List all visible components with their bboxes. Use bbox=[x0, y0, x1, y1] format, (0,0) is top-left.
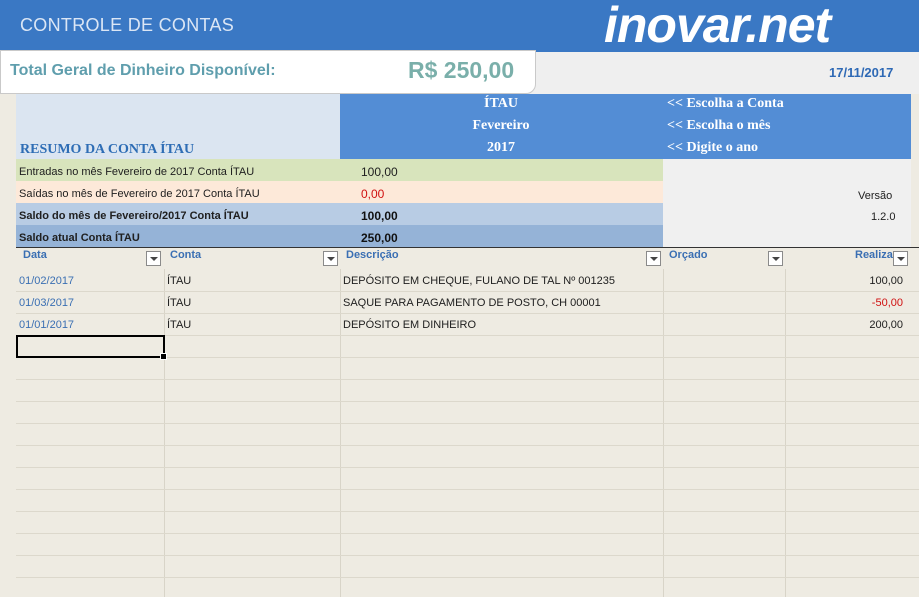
cell-realizado[interactable]: 200,00 bbox=[790, 319, 903, 331]
grid-row-line bbox=[16, 401, 919, 402]
month-selector[interactable]: Fevereiro bbox=[340, 118, 662, 134]
filter-dropdown-data[interactable] bbox=[146, 251, 161, 266]
filter-dropdown-realizado[interactable] bbox=[893, 251, 908, 266]
saidas-label: Saídas no mês de Fevereiro de 2017 Conta… bbox=[19, 188, 260, 200]
saldo-atual-label: Saldo atual Conta ÍTAU bbox=[19, 232, 140, 244]
column-header-data[interactable]: Data bbox=[23, 249, 47, 269]
summary-title: RESUMO DA CONTA ÍTAU bbox=[20, 142, 195, 157]
grid-row-line bbox=[16, 445, 919, 446]
month-hint: << Escolha o mês bbox=[667, 118, 771, 133]
cell-conta[interactable]: ÍTAU bbox=[167, 319, 191, 331]
column-header-orcado[interactable]: Orçado bbox=[669, 249, 708, 269]
cell-conta[interactable]: ÍTAU bbox=[167, 275, 191, 287]
cell-descricao[interactable]: SAQUE PARA PAGAMENTO DE POSTO, CH 00001 bbox=[343, 297, 601, 309]
grid-column-line bbox=[340, 269, 341, 597]
account-selector[interactable]: ÍTAU bbox=[340, 96, 662, 112]
column-header-conta[interactable]: Conta bbox=[170, 249, 201, 269]
grid-column-line bbox=[164, 269, 165, 597]
grid-row-line bbox=[16, 577, 919, 578]
version-area bbox=[663, 159, 911, 248]
entradas-label: Entradas no mês Fevereiro de 2017 Conta … bbox=[19, 166, 255, 178]
cell-conta[interactable]: ÍTAU bbox=[167, 297, 191, 309]
grid-row-line bbox=[16, 467, 919, 468]
cell-data[interactable]: 01/02/2017 bbox=[19, 275, 74, 287]
grid-row-line bbox=[16, 489, 919, 490]
table-top-border bbox=[16, 247, 919, 248]
grid-row-line bbox=[16, 511, 919, 512]
column-header-realizado[interactable]: Realiza bbox=[855, 249, 893, 269]
grid-row-line bbox=[16, 313, 919, 314]
total-label: Total Geral de Dinheiro Disponível: bbox=[10, 62, 276, 79]
brand-logo: inovar.net bbox=[604, 0, 831, 53]
grid-row-line bbox=[16, 555, 919, 556]
version-label: Versão bbox=[858, 190, 893, 202]
grid-column-line bbox=[663, 269, 664, 597]
grid-row-line bbox=[16, 291, 919, 292]
grid-row-line bbox=[16, 423, 919, 424]
cell-data[interactable]: 01/03/2017 bbox=[19, 297, 74, 309]
saldo-mes-label: Saldo do mês de Fevereiro/2017 Conta ÍTA… bbox=[19, 210, 249, 222]
cell-realizado[interactable]: -50,00 bbox=[790, 297, 903, 309]
app-title: CONTROLE DE CONTAS bbox=[20, 15, 235, 35]
year-input[interactable]: 2017 bbox=[340, 140, 662, 156]
saldo-mes-value: 100,00 bbox=[361, 209, 398, 223]
active-cell-selection[interactable] bbox=[16, 335, 167, 360]
current-date[interactable]: 17/11/2017 bbox=[829, 65, 893, 80]
filter-dropdown-descricao[interactable] bbox=[646, 251, 661, 266]
year-hint: << Digite o ano bbox=[667, 140, 759, 155]
grid-row-line bbox=[16, 533, 919, 534]
version-value: 1.2.0 bbox=[871, 211, 896, 223]
cell-descricao[interactable]: DEPÓSITO EM DINHEIRO bbox=[343, 319, 476, 331]
saidas-value: 0,00 bbox=[361, 187, 385, 201]
account-hint: << Escolha a Conta bbox=[667, 96, 784, 111]
cell-realizado[interactable]: 100,00 bbox=[790, 275, 903, 287]
entradas-value: 100,00 bbox=[361, 165, 398, 179]
column-header-descricao[interactable]: Descrição bbox=[346, 249, 399, 269]
total-value: R$ 250,00 bbox=[408, 57, 515, 83]
filter-dropdown-orcado[interactable] bbox=[768, 251, 783, 266]
filter-dropdown-conta[interactable] bbox=[323, 251, 338, 266]
grid-row-line bbox=[16, 379, 919, 380]
saldo-atual-value: 250,00 bbox=[361, 231, 398, 245]
cell-descricao[interactable]: DEPÓSITO EM CHEQUE, FULANO DE TAL Nº 001… bbox=[343, 275, 615, 287]
grid-column-line bbox=[785, 269, 786, 597]
cell-data[interactable]: 01/01/2017 bbox=[19, 319, 74, 331]
